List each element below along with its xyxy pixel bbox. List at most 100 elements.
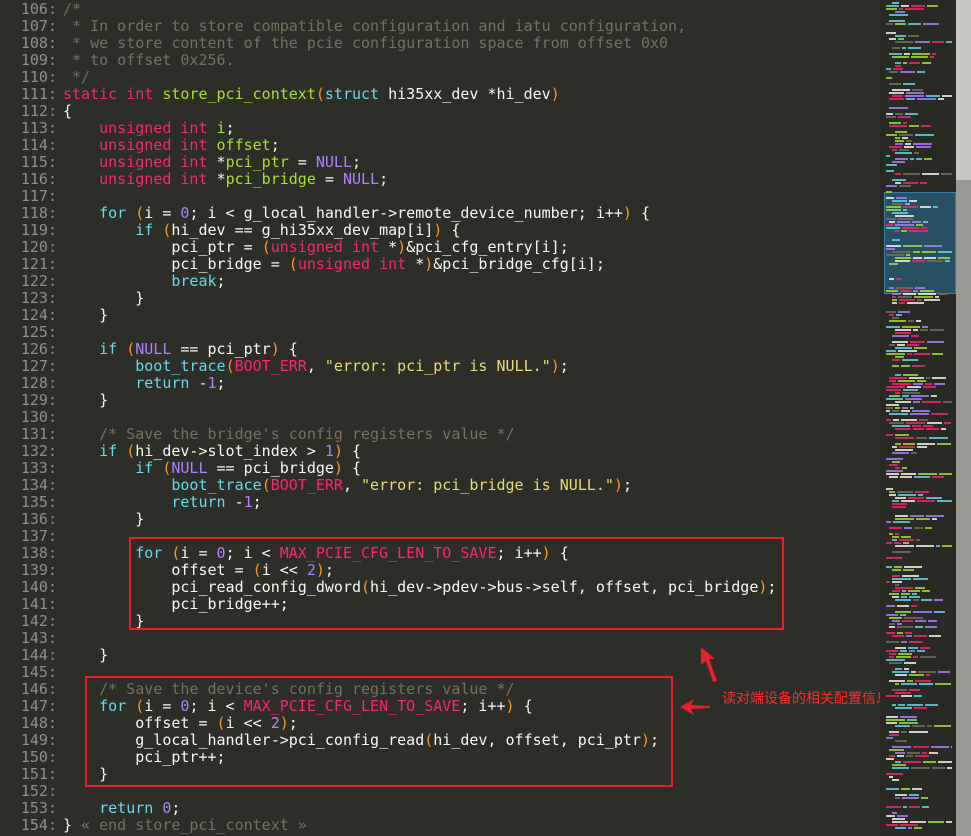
code-line[interactable]: 126: if (NULL == pci_ptr) {: [0, 341, 880, 358]
scrollbar-thumb[interactable]: [956, 0, 971, 180]
minimap-stripe: [895, 392, 900, 394]
code-text: if (NULL == pci_ptr) {: [63, 341, 298, 358]
code-token: if: [135, 221, 154, 239]
minimap-stripe: [892, 296, 896, 298]
minimap-stripe: [889, 92, 904, 94]
code-text: return 0;: [63, 800, 180, 817]
code-line[interactable]: 134: boot_trace(BOOT_ERR, "error: pci_br…: [0, 477, 880, 494]
minimap-stripe: [908, 47, 921, 49]
minimap-stripe: [892, 95, 903, 97]
code-token: ): [550, 85, 560, 103]
code-line[interactable]: 153: return 0;: [0, 800, 880, 817]
code-line[interactable]: 111: static int store_pci_context(struct …: [0, 86, 880, 103]
code-line[interactable]: 118: for (i = 0; i < g_local_handler->re…: [0, 205, 880, 222]
code-text: unsigned int *pci_ptr = NULL;: [63, 154, 361, 171]
minimap-stripe: [886, 806, 901, 808]
code-line[interactable]: 154:} « end store_pci_context »: [0, 817, 880, 834]
minimap-stripe: [892, 410, 899, 412]
minimap-stripe: [892, 47, 900, 49]
minimap-stripe: [913, 290, 918, 292]
code-line[interactable]: 114: unsigned int offset;: [0, 137, 880, 154]
minimap-stripe: [886, 521, 891, 523]
minimap-stripe: [886, 434, 893, 436]
code-line[interactable]: 110: */: [0, 69, 880, 86]
code-line[interactable]: 112: {: [0, 103, 880, 120]
minimap-stripe: [923, 386, 936, 388]
code-line[interactable]: 131: /* Save the bridge's config registe…: [0, 426, 880, 443]
minimap-stripe: [909, 641, 923, 643]
minimap-stripe: [895, 257, 911, 259]
minimap-stripe: [892, 302, 897, 304]
minimap-stripe: [908, 590, 920, 592]
minimap-stripe: [920, 647, 930, 649]
code-line[interactable]: 122: break;: [0, 273, 880, 290]
minimap-stripe: [929, 437, 948, 439]
code-line[interactable]: 117:: [0, 188, 880, 205]
code-token: NULL: [315, 153, 352, 171]
code-line[interactable]: 129: }: [0, 392, 880, 409]
minimap-stripe: [932, 353, 943, 355]
code-line[interactable]: 135: return -1;: [0, 494, 880, 511]
code-line[interactable]: 106: /*: [0, 1, 880, 18]
code-line[interactable]: 125:: [0, 324, 880, 341]
minimap-stripe: [909, 806, 920, 808]
code-token: if: [99, 442, 118, 460]
code-line[interactable]: 124: }: [0, 307, 880, 324]
code-token: * to offset 0x256.: [63, 51, 235, 69]
code-token: *: [406, 255, 425, 273]
minimap-stripe: [917, 446, 927, 448]
code-text: pci_bridge = (unsigned int *)&pci_bridge…: [63, 256, 605, 273]
code-line[interactable]: 119: if (hi_dev == g_hi35xx_dev_map[i]) …: [0, 222, 880, 239]
minimap-stripe: [892, 581, 902, 583]
code-line[interactable]: 127: boot_trace(BOOT_ERR, "error: pci_pt…: [0, 358, 880, 375]
code-line[interactable]: 132: if (hi_dev->slot_index > 1) {: [0, 443, 880, 460]
code-line[interactable]: 130:: [0, 409, 880, 426]
minimap-stripe: [886, 353, 905, 355]
minimap-stripe: [895, 443, 901, 445]
scrollbar[interactable]: [956, 0, 971, 836]
minimap-stripe: [913, 746, 929, 748]
minimap-stripe: [902, 392, 920, 394]
minimap-stripe: [903, 389, 918, 391]
minimap-stripe: [912, 425, 921, 427]
minimap-stripe: [889, 776, 893, 778]
minimap-stripe: [910, 407, 914, 409]
code-line[interactable]: 120: pci_ptr = (unsigned int *)&pci_cfg_…: [0, 239, 880, 256]
code-token: 1: [243, 493, 253, 511]
code-line[interactable]: 123: }: [0, 290, 880, 307]
minimap-stripe: [934, 599, 943, 601]
code-line[interactable]: 109: * to offset 0x256.: [0, 52, 880, 69]
minimap-stripe: [886, 410, 890, 412]
code-token: ;: [622, 476, 632, 494]
code-line[interactable]: 143:: [0, 630, 880, 647]
code-line[interactable]: 113: unsigned int i;: [0, 120, 880, 137]
minimap-stripe: [916, 545, 934, 547]
line-number: 131:: [20, 425, 57, 443]
code-line[interactable]: 133: if (NULL == pci_bridge) {: [0, 460, 880, 477]
code-text: unsigned int offset;: [63, 137, 280, 154]
code-line[interactable]: 121: pci_bridge = (unsigned int *)&pci_b…: [0, 256, 880, 273]
code-token: NULL: [135, 340, 172, 358]
line-number: 129:: [20, 391, 57, 409]
code-token: pci_bridge =: [63, 255, 289, 273]
code-text: boot_trace(BOOT_ERR, "error: pci_ptr is …: [63, 358, 569, 375]
minimap-stripe: [889, 656, 894, 658]
code-line[interactable]: 144: }: [0, 647, 880, 664]
code-line[interactable]: 128: return -1;: [0, 375, 880, 392]
line-number: 134:: [20, 476, 57, 494]
code-line[interactable]: 136: }: [0, 511, 880, 528]
minimap-stripe: [911, 395, 929, 397]
minimap-stripe: [925, 383, 932, 385]
minimap-stripe: [895, 497, 906, 499]
code-line[interactable]: 107: * In order to store compatible conf…: [0, 18, 880, 35]
minimap-stripe: [886, 773, 903, 775]
minimap-stripe: [945, 260, 950, 262]
minimap[interactable]: [880, 0, 956, 836]
code-line[interactable]: 115: unsigned int *pci_ptr = NULL;: [0, 154, 880, 171]
code-line[interactable]: 116: unsigned int *pci_bridge = NULL;: [0, 171, 880, 188]
minimap-stripe: [925, 626, 937, 628]
minimap-stripe: [896, 197, 907, 199]
code-line[interactable]: 108: * we store content of the pcie conf…: [0, 35, 880, 52]
